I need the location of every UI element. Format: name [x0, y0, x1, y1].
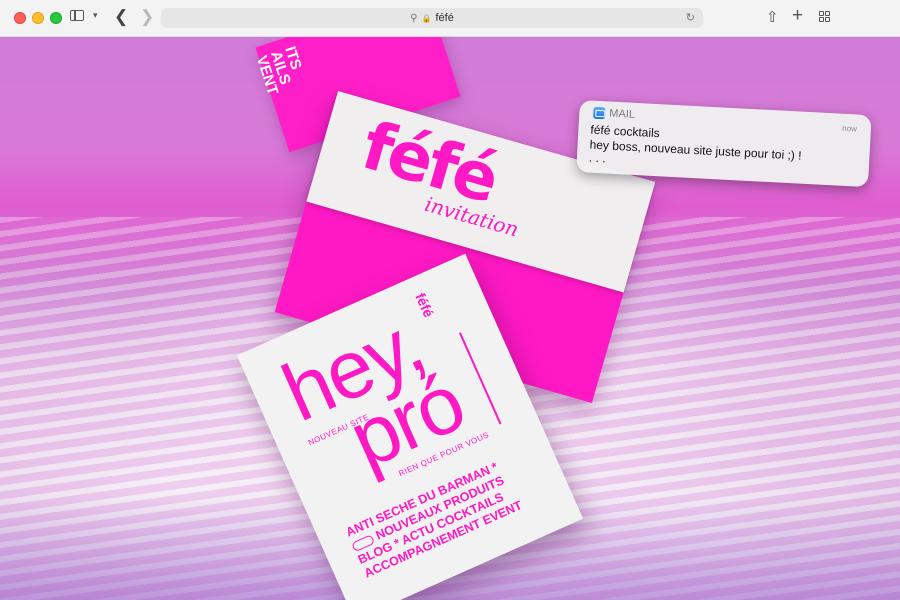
notification-time: now: [841, 123, 858, 134]
sidebar-toggle-icon[interactable]: [70, 10, 84, 21]
hero-image: ITS AILS VENT féfé invitation hey, NOUVE…: [0, 37, 900, 600]
minimize-window-button[interactable]: [32, 12, 44, 24]
mail-notification[interactable]: MAIL now féfé cocktails hey boss, nouvea…: [576, 100, 872, 188]
chevron-down-icon[interactable]: ▾: [93, 10, 98, 21]
share-icon[interactable]: ⇧: [766, 8, 779, 26]
search-icon: ⚲: [410, 12, 418, 24]
back-flyer-text: ITS AILS VENT: [252, 44, 305, 97]
back-button[interactable]: ❮: [114, 7, 128, 27]
address-text: féfé: [435, 12, 454, 24]
address-bar[interactable]: ⚲ 🔒 féfé ↻: [161, 8, 703, 28]
window-controls: [14, 12, 62, 24]
lock-icon: 🔒: [421, 13, 432, 23]
card-divider: [458, 332, 502, 425]
close-window-button[interactable]: [14, 12, 26, 24]
notification-app: MAIL: [593, 106, 636, 121]
tab-overview-icon[interactable]: [819, 11, 830, 22]
notification-body: hey boss, nouveau site juste pour toi ;)…: [589, 137, 802, 163]
zoom-window-button[interactable]: [50, 12, 62, 24]
notification-ellipsis: . . .: [588, 150, 607, 166]
mail-icon: [593, 106, 606, 120]
card-side-logo: féfé: [412, 290, 437, 320]
new-tab-button[interactable]: +: [792, 5, 803, 27]
forward-button[interactable]: ❯: [140, 7, 154, 27]
browser-toolbar: ▾ ❮ ❯ ⚲ 🔒 féfé ↻ ⇧ +: [0, 0, 900, 37]
reload-icon[interactable]: ↻: [686, 11, 695, 24]
notification-app-name: MAIL: [609, 107, 636, 121]
